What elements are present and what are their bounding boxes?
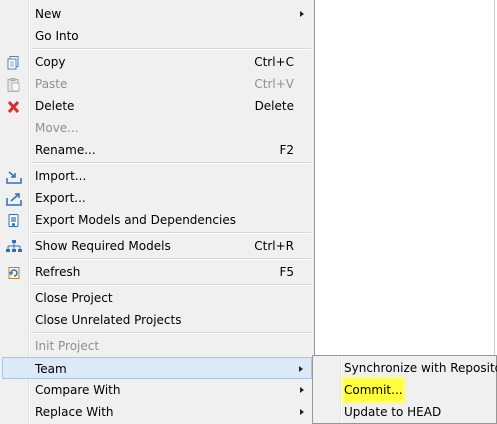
menu-item-label: Close Unrelated Projects (35, 313, 182, 327)
menu-item-delete[interactable]: Delete Delete (0, 95, 314, 117)
menu-item-show-required-models[interactable]: Show Required Models Ctrl+R (0, 235, 314, 257)
menu-item-label: Export Models and Dependencies (35, 213, 236, 227)
menu-item-label: New (35, 7, 62, 21)
menu-separator (31, 232, 311, 234)
menu-item-export[interactable]: Export... (0, 187, 314, 209)
menu-item-import[interactable]: Import... (0, 165, 314, 187)
refresh-icon (6, 265, 22, 279)
menu-item-paste[interactable]: Paste Ctrl+V (0, 73, 314, 95)
menu-item-close-unrelated-projects[interactable]: Close Unrelated Projects (0, 309, 314, 331)
menu-separator (31, 284, 311, 286)
submenu-arrow-icon (299, 366, 303, 372)
copy-icon (6, 55, 22, 70)
menu-item-shortcut: F5 (279, 265, 294, 279)
menu-item-label: Rename... (35, 143, 96, 157)
menu-item-label: Paste (35, 77, 68, 91)
menu-item-label: Show Required Models (35, 239, 171, 253)
submenu-item-commit[interactable]: Commit... (313, 379, 496, 401)
menu-item-new[interactable]: New (0, 3, 314, 25)
delete-icon (6, 99, 22, 114)
context-menu: New Go Into Copy Ctrl+C Paste Ctrl+V Del… (0, 0, 315, 424)
menu-item-init-project[interactable]: Init Project (0, 335, 314, 357)
menu-item-label: Close Project (35, 291, 113, 305)
submenu-arrow-icon (300, 409, 304, 415)
menu-item-label: Move... (35, 121, 79, 135)
menu-item-export-models[interactable]: Export Models and Dependencies (0, 209, 314, 231)
menu-separator (31, 162, 311, 164)
menu-item-label: Update to HEAD (344, 405, 442, 419)
menu-item-label: Replace With (35, 405, 114, 419)
menu-item-label: Commit... (344, 379, 403, 401)
submenu-item-synchronize[interactable]: Synchronize with Repository (313, 357, 497, 379)
menu-item-label: Compare With (35, 383, 121, 397)
menu-item-shortcut: Delete (254, 99, 294, 113)
paste-icon (6, 77, 22, 92)
menu-separator (31, 332, 311, 334)
menu-separator (31, 48, 311, 50)
menu-item-go-into[interactable]: Go Into (0, 25, 314, 47)
menu-item-shortcut: Ctrl+V (254, 77, 294, 91)
menu-item-label: Export... (35, 191, 86, 205)
menu-item-rename[interactable]: Rename... F2 (0, 139, 314, 161)
submenu-item-update-to-head[interactable]: Update to HEAD (313, 401, 496, 423)
show-required-models-icon (6, 239, 22, 253)
menu-item-refresh[interactable]: Refresh F5 (0, 261, 314, 283)
menu-item-label: Synchronize with Repository (344, 361, 497, 375)
menu-item-replace-with[interactable]: Replace With (0, 401, 314, 423)
menu-item-shortcut: Ctrl+C (254, 55, 294, 69)
menu-item-move[interactable]: Move... (0, 117, 314, 139)
menu-item-close-project[interactable]: Close Project (0, 287, 314, 309)
import-icon (6, 169, 22, 184)
menu-item-compare-with[interactable]: Compare With (0, 379, 314, 401)
menu-item-label: Copy (35, 55, 66, 69)
menu-item-shortcut: Ctrl+R (254, 239, 294, 253)
menu-separator (31, 258, 311, 260)
menu-item-label: Go Into (35, 29, 79, 43)
menu-item-team[interactable]: Team (2, 357, 312, 379)
menu-item-label: Init Project (35, 339, 100, 353)
menu-item-label: Team (35, 362, 67, 376)
team-submenu: Synchronize with Repository Commit... Up… (312, 355, 497, 424)
submenu-arrow-icon (300, 387, 304, 393)
menu-item-label: Refresh (35, 265, 81, 279)
export-models-icon (6, 213, 22, 227)
menu-item-shortcut: F2 (279, 143, 294, 157)
submenu-arrow-icon (300, 11, 304, 17)
export-icon (6, 191, 22, 206)
menu-item-label: Delete (35, 99, 75, 113)
menu-item-label: Import... (35, 169, 87, 183)
menu-item-copy[interactable]: Copy Ctrl+C (0, 51, 314, 73)
